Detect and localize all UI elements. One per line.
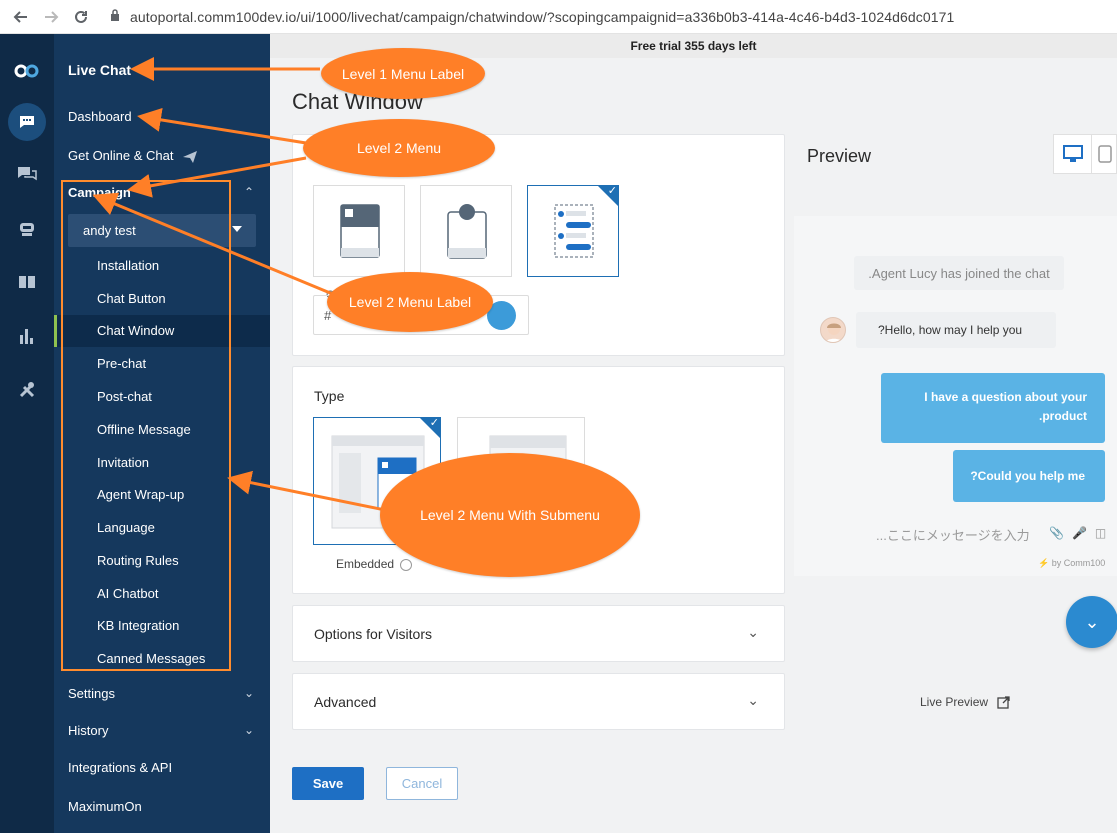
callout-level2-menu: Level 2 Menu — [303, 119, 495, 177]
callout-level2-submenu: Level 2 Menu With Submenu — [380, 453, 640, 577]
callout-level1-label: Level 1 Menu Label — [321, 48, 485, 99]
annotation-arrows — [92, 57, 386, 512]
callout-level2-label: Level 2 Menu Label — [327, 272, 493, 332]
